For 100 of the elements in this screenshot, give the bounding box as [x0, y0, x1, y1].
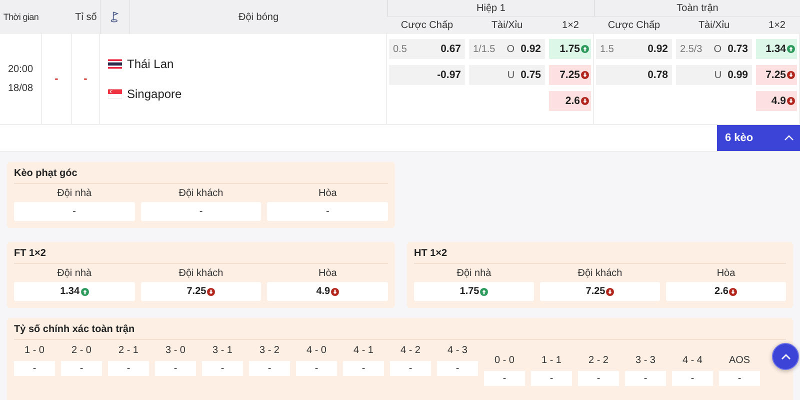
down-arrow-icon	[787, 97, 795, 105]
option-label: Đội nhà	[57, 188, 92, 199]
odds-button[interactable]: 2.6	[666, 282, 786, 301]
odds-button[interactable]: -	[14, 202, 135, 221]
odds-button[interactable]: 2.5/3 O 0.73	[676, 39, 752, 59]
odds-button[interactable]: -0.97	[389, 65, 465, 85]
chevron-icon	[780, 354, 790, 360]
column-header: Đội bóng	[237, 10, 280, 24]
column-header: Cược Chấp	[400, 19, 454, 33]
odds-button[interactable]: -	[390, 361, 431, 376]
odds-button[interactable]: 7.25	[140, 282, 262, 301]
panel-title: Tỷ số chính xác toàn trận	[14, 324, 786, 340]
option-label: Đội nhà	[57, 268, 92, 279]
odds-button[interactable]: 2.6	[549, 91, 591, 111]
down-arrow-icon	[606, 288, 614, 296]
down-arrow-icon	[331, 288, 340, 296]
odds-button[interactable]: -	[343, 361, 384, 376]
score-label: 4 - 3	[447, 345, 468, 356]
score-label: 2 - 1	[118, 345, 138, 356]
score-label: 4 - 1	[353, 345, 374, 356]
column-header: 1×2	[768, 19, 786, 33]
column-header: Cược Chấp	[606, 19, 662, 33]
odds-button[interactable]: -	[249, 361, 290, 376]
odds-button[interactable]: 0.78	[596, 65, 672, 85]
match-time: 20:00	[8, 64, 34, 75]
option-label: Đội nhà	[456, 268, 492, 279]
odds-button[interactable]: -	[672, 371, 713, 386]
odds-button[interactable]: -	[437, 361, 478, 376]
score-label: 2 - 0	[71, 345, 92, 356]
odds-button[interactable]: -	[296, 361, 337, 376]
score-label: 3 - 3	[635, 355, 656, 366]
odds-button[interactable]: 7.25	[756, 65, 797, 85]
odds-button[interactable]: 1.75	[549, 39, 591, 59]
odds-button[interactable]: 4.9	[267, 282, 388, 301]
score-label: 4 - 0	[306, 345, 326, 356]
home-score: -	[54, 73, 58, 85]
column-header: 1×2	[561, 19, 580, 33]
score-label: 3 - 1	[212, 345, 232, 356]
up-arrow-icon	[480, 288, 488, 296]
option-label: Đội khách	[578, 268, 622, 279]
odds-button[interactable]: -	[14, 361, 55, 376]
odds-button[interactable]: -	[61, 361, 102, 376]
more-odds-button[interactable]: 6 kèo	[717, 125, 800, 151]
odds-button[interactable]: 1.34	[14, 282, 135, 301]
odds-button[interactable]: -	[155, 361, 196, 376]
odds-button[interactable]: -	[484, 371, 525, 386]
match-date: 18/08	[8, 83, 34, 94]
team-name: Singapore	[127, 87, 182, 101]
period-header: Toàn trận	[594, 0, 800, 17]
column-header: Tài/Xỉu	[490, 19, 524, 33]
flag-icon	[108, 89, 122, 99]
odds-button[interactable]: 7.25	[549, 65, 591, 85]
odds-button[interactable]: 1.34	[756, 39, 797, 59]
column-header: Tỉ số	[74, 10, 98, 24]
option-label: Đội khách	[178, 268, 224, 279]
option-label: Hòa	[318, 188, 337, 199]
panel-title: Kèo phạt góc	[14, 168, 388, 184]
score-label: 4 - 4	[682, 355, 702, 366]
odds-button[interactable]: -	[108, 361, 149, 376]
odds-button[interactable]: 4.9	[756, 91, 797, 111]
odds-button[interactable]: -	[719, 371, 760, 386]
down-arrow-icon	[581, 97, 589, 105]
down-arrow-icon	[207, 288, 216, 296]
score-label: 0 - 0	[494, 355, 514, 366]
team-name: Thái Lan	[127, 57, 174, 71]
odds-button[interactable]: 0.5 0.67	[389, 39, 465, 59]
odds-button[interactable]: U 0.75	[469, 65, 545, 85]
odds-button[interactable]: 1/1.5 O 0.92	[469, 39, 545, 59]
column-header: Tài/Xỉu	[697, 19, 731, 33]
column-header: Thời gian	[2, 11, 40, 24]
down-arrow-icon	[787, 71, 795, 79]
score-label: 1 - 1	[541, 355, 562, 366]
odds-button[interactable]: -	[140, 202, 262, 221]
period-header: Hiệp 1	[387, 0, 594, 17]
score-label: 1 - 0	[24, 345, 44, 356]
odds-button[interactable]: -	[578, 371, 619, 386]
odds-button[interactable]: -	[531, 371, 572, 386]
odds-button[interactable]: -	[202, 361, 243, 376]
option-label: Hòa	[318, 268, 337, 279]
odds-button[interactable]: 1.75	[414, 282, 534, 301]
chevron-icon	[784, 135, 794, 141]
panel-title: FT 1×2	[14, 248, 388, 264]
odds-button[interactable]: 7.25	[540, 282, 660, 301]
score-label: 3 - 0	[165, 345, 186, 356]
up-arrow-icon	[80, 288, 89, 296]
up-arrow-icon	[787, 45, 795, 53]
score-label: 3 - 2	[259, 345, 280, 356]
odds-button[interactable]: 1.5 0.92	[596, 39, 672, 59]
away-score: -	[84, 73, 88, 85]
flag-icon	[108, 59, 122, 69]
odds-button[interactable]: -	[625, 371, 666, 386]
up-arrow-icon	[581, 45, 589, 53]
option-label: Hòa	[716, 268, 736, 279]
score-label: 2 - 2	[588, 355, 608, 366]
down-arrow-icon	[729, 288, 738, 296]
odds-button[interactable]: -	[267, 202, 388, 221]
corner-flag-icon	[110, 11, 120, 23]
odds-button[interactable]: U 0.99	[676, 65, 752, 85]
option-label: Đội khách	[178, 188, 224, 199]
score-label: 4 - 2	[400, 345, 420, 356]
